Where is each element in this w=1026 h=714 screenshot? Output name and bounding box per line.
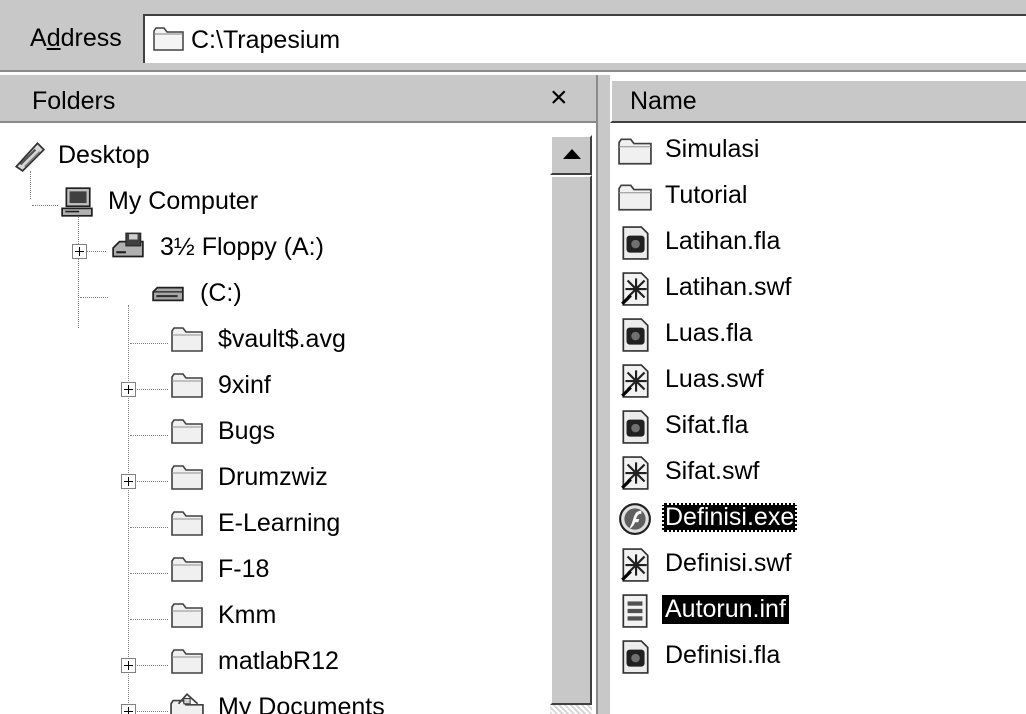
name-column-label: Name <box>630 87 697 115</box>
address-label: Address <box>30 24 122 52</box>
flash-movie-icon <box>621 272 649 306</box>
folders-header: Folders × <box>0 75 596 123</box>
address-value: C:\Trapesium <box>191 26 341 54</box>
file-name: Definisi.exe <box>662 503 798 532</box>
scroll-thumb[interactable] <box>550 175 592 705</box>
folder-icon <box>171 465 203 490</box>
folders-pane: Folders × Desktop My Computer 3½ Floppy (A… <box>0 75 596 714</box>
flash-document-icon <box>622 640 649 674</box>
tree-item[interactable]: F-18 <box>0 551 548 591</box>
tree-item-label: (C:) <box>200 279 242 307</box>
tree-item-label: Bugs <box>218 417 275 445</box>
tree-item[interactable]: Desktop <box>0 137 548 177</box>
folder-icon <box>171 327 203 352</box>
tree-item-label: Kmm <box>218 601 277 629</box>
tree-item-label: Desktop <box>58 141 150 169</box>
folder-tree: Desktop My Computer 3½ Floppy (A:) (C:) $vau… <box>0 125 548 714</box>
file-name: Luas.swf <box>665 365 764 393</box>
tree-item[interactable]: $vault$.avg <box>0 321 548 361</box>
tree-item-label: My Documents <box>218 693 385 714</box>
tree-item[interactable]: (C:) <box>0 275 548 315</box>
folder-icon <box>171 557 203 582</box>
file-name: Simulasi <box>665 135 760 163</box>
file-name: Latihan.fla <box>665 227 781 255</box>
folder-icon <box>171 603 203 628</box>
tree-item-label: My Computer <box>108 187 259 215</box>
tree-item[interactable]: matlabR12 <box>0 643 548 683</box>
tree-item[interactable]: Drumzwiz <box>0 459 548 499</box>
file-name: Latihan.swf <box>665 273 792 301</box>
file-list-pane: Name Simulasi Tutorial Latihan.fla Latihan.… <box>610 75 1026 714</box>
tree-item-label: 3½ Floppy (A:) <box>160 233 324 261</box>
name-column-header[interactable]: Name <box>610 79 1026 123</box>
desktop-icon <box>14 142 46 172</box>
tree-item-label: $vault$.avg <box>218 325 346 353</box>
pane-splitter[interactable] <box>596 75 610 714</box>
address-input[interactable]: C:\Trapesium <box>143 14 1026 63</box>
tree-item[interactable]: My Documents <box>0 689 548 714</box>
file-name: Sifat.swf <box>665 457 760 485</box>
tree-item[interactable]: My Computer <box>0 183 548 223</box>
tree-item[interactable]: 9xinf <box>0 367 548 407</box>
folder-icon <box>171 649 203 674</box>
file-name: Tutorial <box>665 181 748 209</box>
folder-icon <box>618 138 652 165</box>
scroll-up-button[interactable] <box>550 135 592 175</box>
computer-icon <box>61 187 93 217</box>
file-name: Definisi.fla <box>665 641 781 669</box>
vertical-scrollbar[interactable] <box>550 135 592 714</box>
flash-player-icon <box>619 503 651 535</box>
flash-document-icon <box>622 226 649 260</box>
folder-icon <box>618 184 652 211</box>
tree-item-label: F-18 <box>218 555 270 583</box>
my-documents-icon <box>170 692 204 714</box>
tree-item[interactable]: 3½ Floppy (A:) <box>0 229 548 269</box>
address-bar: Address C:\Trapesium <box>0 0 1026 70</box>
tree-item-label: E-Learning <box>218 509 341 537</box>
tree-item-label: Drumzwiz <box>218 463 328 491</box>
folder-icon <box>171 373 203 398</box>
tree-item-label: 9xinf <box>218 371 271 399</box>
file-name: Definisi.swf <box>665 549 792 577</box>
folder-icon <box>171 419 203 444</box>
flash-movie-icon <box>621 548 649 582</box>
close-icon[interactable]: × <box>550 81 568 115</box>
tree-item[interactable]: Kmm <box>0 597 548 637</box>
file-name: Autorun.inf <box>662 595 789 624</box>
file-name: Luas.fla <box>665 319 753 347</box>
flash-movie-icon <box>621 456 649 490</box>
tree-item[interactable]: Bugs <box>0 413 548 453</box>
settings-file-icon <box>622 594 648 628</box>
hard-drive-icon <box>152 286 184 302</box>
tree-item-label: matlabR12 <box>218 647 339 675</box>
folder-icon <box>153 27 184 51</box>
file-name: Sifat.fla <box>665 411 749 439</box>
flash-document-icon <box>622 318 649 352</box>
floppy-drive-icon <box>112 232 144 258</box>
folders-title: Folders <box>32 87 116 115</box>
folder-icon <box>171 511 203 536</box>
tree-item[interactable]: E-Learning <box>0 505 548 545</box>
flash-movie-icon <box>621 364 649 398</box>
flash-document-icon <box>622 410 649 444</box>
